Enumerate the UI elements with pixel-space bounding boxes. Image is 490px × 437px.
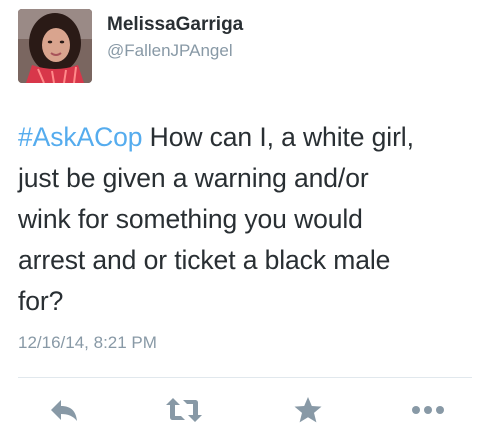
retweet-button[interactable]	[162, 393, 206, 427]
tweet-line-5: for?	[18, 286, 64, 316]
reply-button[interactable]	[44, 393, 84, 427]
avatar[interactable]	[18, 9, 92, 83]
timestamp[interactable]: 12/16/14, 8:21 PM	[18, 333, 157, 353]
hashtag-link[interactable]: #AskACop	[18, 122, 143, 152]
tweet-line-2: just be given a warning and/or	[18, 163, 369, 193]
retweet-icon	[166, 398, 202, 422]
tweet-line-1: #AskACop How can I, a white girl,	[18, 117, 478, 158]
more-button[interactable]	[408, 393, 448, 427]
tweet-text: #AskACop How can I, a white girl, just b…	[18, 117, 478, 322]
star-icon	[294, 397, 322, 423]
tweet-text-segment: How can I, a white girl,	[142, 122, 414, 152]
reply-icon	[51, 400, 77, 421]
divider	[18, 377, 472, 378]
user-handle[interactable]: @FallenJPAngel	[107, 41, 233, 61]
profile-photo	[18, 9, 92, 83]
tweet-line-3: wink for something you would	[18, 204, 363, 234]
tweet-line-4: arrest and or ticket a black male	[18, 245, 391, 275]
tweet: MelissaGarriga @FallenJPAngel #AskACop H…	[0, 0, 490, 437]
more-icon	[412, 406, 444, 414]
favorite-button[interactable]	[290, 393, 326, 427]
display-name[interactable]: MelissaGarriga	[107, 14, 243, 36]
